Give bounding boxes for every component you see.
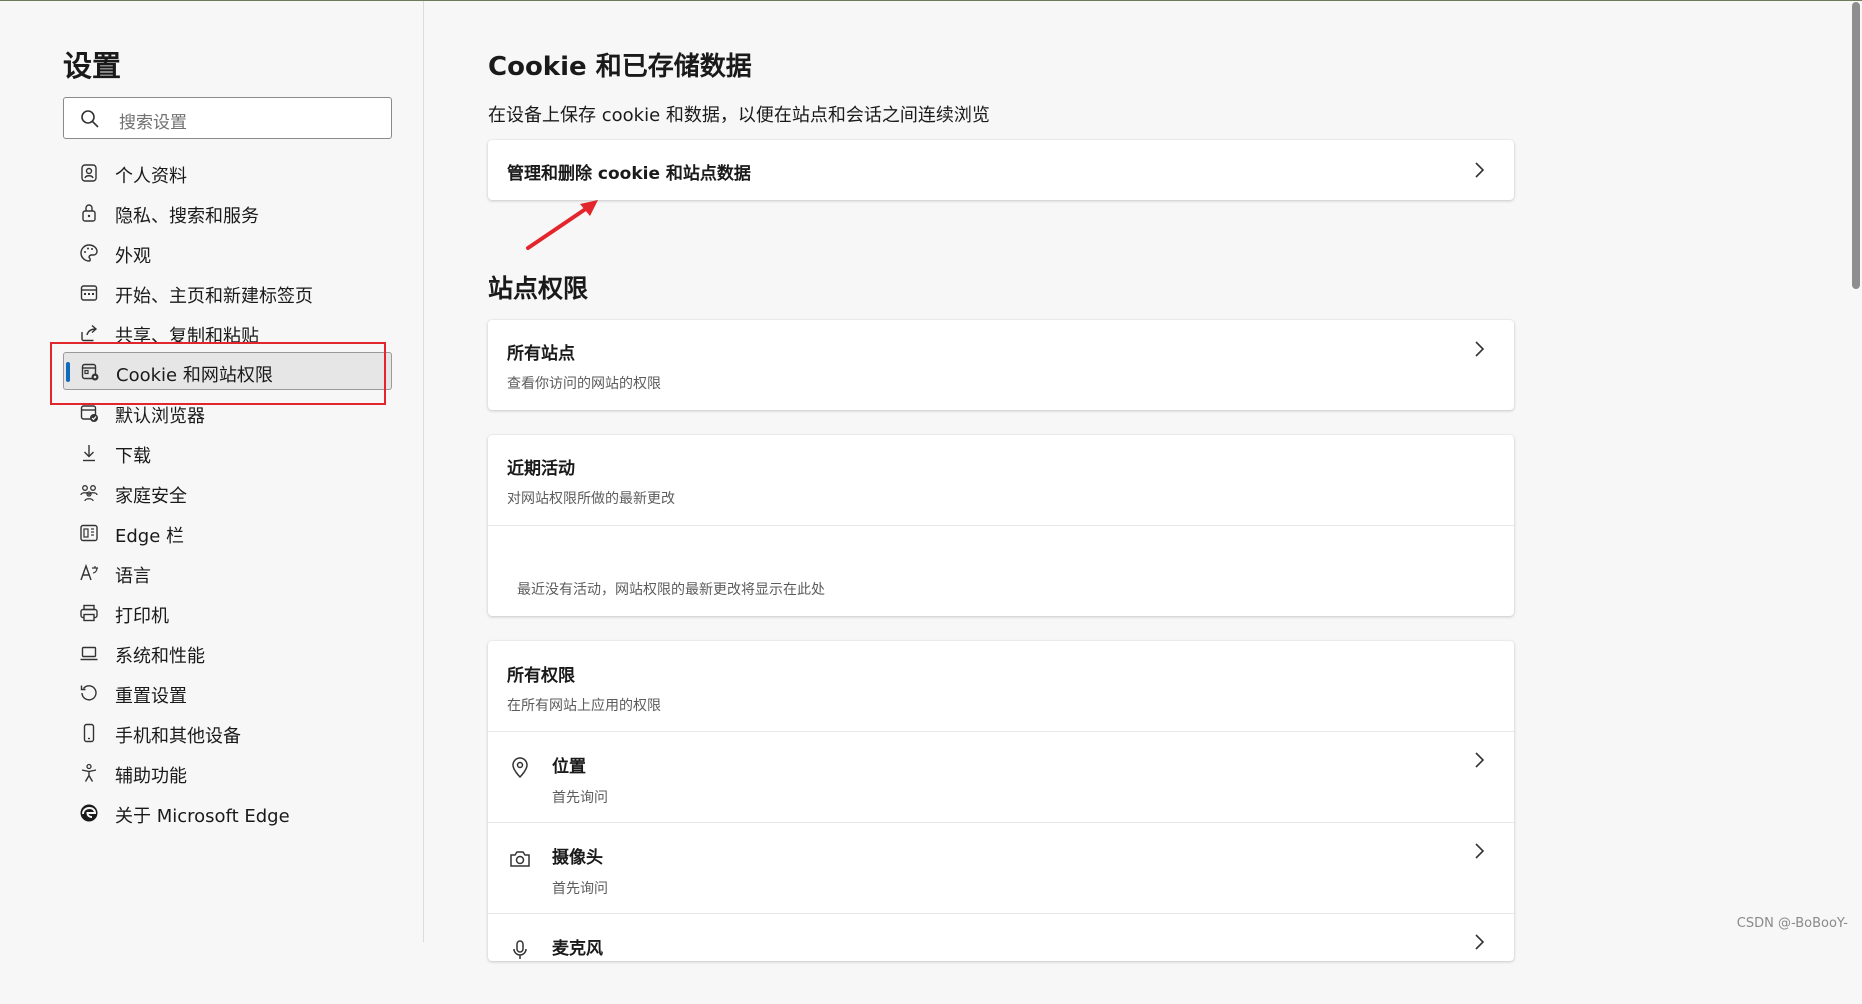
accessibility-icon — [81, 763, 97, 782]
chevron-right-icon — [1475, 843, 1485, 859]
card-divider — [488, 525, 1514, 526]
sidebar-item-label: 下载 — [115, 446, 151, 467]
all-permissions-title: 所有权限 — [507, 666, 575, 686]
sidebar-title: 设置 — [63, 49, 122, 83]
permission-row-location[interactable]: 位置 首先询问 — [488, 732, 1514, 822]
sidebar-item-label: 关于 Microsoft Edge — [115, 806, 290, 827]
sidebar-item-language[interactable]: 语言 — [63, 554, 392, 592]
permission-row-camera[interactable]: 摄像头 首先询问 — [488, 823, 1514, 913]
all-permissions-card: 所有权限 在所有网站上应用的权限 位置 首先询问 摄像头 首先询问 麦克风 — [488, 641, 1514, 961]
printer-icon — [80, 604, 98, 622]
camera-icon — [510, 851, 530, 867]
sidebar-item-label: 隐私、搜索和服务 — [115, 206, 259, 227]
search-icon — [81, 110, 99, 128]
search-settings-input[interactable]: 搜索设置 — [63, 97, 392, 139]
sidebar-item-label: 手机和其他设备 — [115, 726, 241, 747]
sidebar-item-label: 语言 — [115, 566, 151, 587]
permission-title: 位置 — [552, 757, 586, 777]
sidebar-item-edge-bar[interactable]: Edge 栏 — [63, 514, 392, 552]
family-icon — [80, 485, 98, 502]
manage-cookies-card[interactable]: 管理和删除 cookie 和站点数据 — [488, 140, 1514, 200]
permission-title: 摄像头 — [552, 848, 603, 868]
vertical-scrollbar[interactable] — [1852, 2, 1860, 289]
all-sites-title: 所有站点 — [507, 344, 575, 364]
recent-activity-empty-message: 最近没有活动，网站权限的最新更改将显示在此处 — [517, 582, 825, 598]
recent-activity-title: 近期活动 — [507, 459, 575, 479]
sidebar-item-label: 个人资料 — [115, 166, 187, 187]
laptop-icon — [80, 646, 98, 661]
sidebar-item-system[interactable]: 系统和性能 — [63, 634, 392, 672]
manage-cookies-label: 管理和删除 cookie 和站点数据 — [507, 164, 751, 184]
site-permissions-heading: 站点权限 — [488, 274, 589, 303]
language-icon — [80, 563, 98, 581]
start-page-icon — [80, 285, 98, 301]
sidebar-item-profile[interactable]: 个人资料 — [63, 154, 392, 192]
sidebar-item-reset[interactable]: 重置设置 — [63, 674, 392, 712]
permission-title: 麦克风 — [552, 939, 603, 959]
sidebar-item-printers[interactable]: 打印机 — [63, 594, 392, 632]
chevron-right-icon[interactable] — [1472, 339, 1486, 359]
permission-status: 首先询问 — [552, 881, 608, 897]
settings-sidebar: 设置 搜索设置 个人资料 隐私、搜索和服务 外观 开始、主页和新建标签页 共享、… — [0, 1, 424, 942]
share-icon — [81, 324, 98, 342]
sidebar-item-label: 家庭安全 — [115, 486, 187, 507]
lock-icon — [82, 204, 96, 222]
sidebar-item-about[interactable]: 关于 Microsoft Edge — [63, 794, 392, 832]
all-sites-card[interactable]: 所有站点 查看你访问的网站的权限 — [488, 320, 1514, 410]
watermark: CSDN @-BoBooY- — [1736, 916, 1848, 931]
sidebar-item-label: 外观 — [115, 246, 151, 267]
permission-row-microphone[interactable]: 麦克风 — [488, 914, 1514, 1004]
permission-status: 首先询问 — [552, 790, 608, 806]
download-icon — [83, 445, 95, 462]
all-sites-subtitle: 查看你访问的网站的权限 — [507, 376, 661, 392]
annotation-highlight-box — [50, 342, 386, 405]
chevron-right-icon — [1475, 162, 1485, 178]
sidebar-item-label: Edge 栏 — [115, 526, 185, 547]
page-title: Cookie 和已存储数据 — [488, 52, 752, 82]
sidebar-item-label: 默认浏览器 — [115, 406, 205, 427]
sidebar-item-downloads[interactable]: 下载 — [63, 434, 392, 472]
default-browser-icon — [80, 405, 98, 422]
sidebar-item-privacy[interactable]: 隐私、搜索和服务 — [63, 194, 392, 232]
location-icon — [512, 757, 528, 779]
palette-icon — [80, 244, 98, 262]
sidebar-item-label: 辅助功能 — [115, 766, 187, 787]
sidebar-item-accessibility[interactable]: 辅助功能 — [63, 754, 392, 792]
sidebar-item-phone[interactable]: 手机和其他设备 — [63, 714, 392, 752]
phone-icon — [83, 723, 95, 743]
edge-bar-icon — [80, 524, 98, 542]
annotation-arrow — [526, 200, 598, 250]
chevron-right-icon — [1475, 752, 1485, 768]
search-placeholder: 搜索设置 — [119, 113, 187, 133]
sidebar-item-label: 开始、主页和新建标签页 — [115, 286, 313, 307]
recent-activity-card: 近期活动 对网站权限所做的最新更改 最近没有活动，网站权限的最新更改将显示在此处 — [488, 435, 1514, 616]
edge-logo-icon — [80, 804, 98, 822]
page-subtitle: 在设备上保存 cookie 和数据，以便在站点和会话之间连续浏览 — [488, 105, 990, 126]
sidebar-item-appearance[interactable]: 外观 — [63, 234, 392, 272]
reset-icon — [80, 685, 97, 701]
sidebar-item-label: 重置设置 — [115, 686, 187, 707]
sidebar-item-family[interactable]: 家庭安全 — [63, 474, 392, 512]
profile-icon — [81, 164, 97, 182]
all-permissions-subtitle: 在所有网站上应用的权限 — [507, 698, 661, 714]
sidebar-item-label: 系统和性能 — [115, 646, 205, 667]
sidebar-item-label: 打印机 — [115, 606, 169, 627]
chevron-right-icon — [1475, 934, 1485, 950]
sidebar-item-start-page[interactable]: 开始、主页和新建标签页 — [63, 274, 392, 312]
recent-activity-subtitle: 对网站权限所做的最新更改 — [507, 491, 675, 507]
